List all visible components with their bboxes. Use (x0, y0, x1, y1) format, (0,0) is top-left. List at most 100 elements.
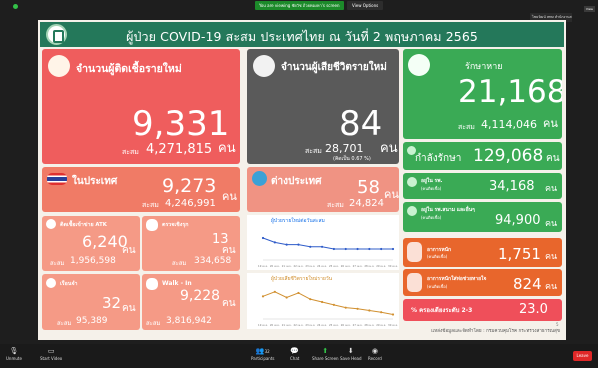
atk-value: 6,240 (82, 232, 128, 251)
chat-button[interactable]: 💬 Chat (290, 347, 299, 361)
new-cases-cum-label: สะสม (122, 148, 139, 156)
walkin-icon (146, 278, 158, 290)
chart-tick-label: 21 เม.ย. (282, 264, 292, 268)
ventilator-value: 824 (513, 275, 542, 293)
microphone-icon: 🎙 (9, 347, 19, 355)
thai-flag-icon (47, 173, 67, 185)
record-button[interactable]: ◉ Record (368, 347, 382, 361)
recovered-label: รักษาหาย (465, 62, 503, 72)
bed-occupancy-card: % ครองเตียงระดับ 2-3 23.0 (403, 299, 562, 321)
new-cases-chart-svg: 19 เม.ย. 20 เม.ย. 21 เม.ย. 22 เม.ย. 23 เม.ย.… (258, 236, 398, 268)
record-label: Record (368, 356, 382, 361)
leave-button[interactable]: Leave (573, 351, 592, 361)
hospital-label: อยู่ใน รพ. (421, 178, 443, 184)
walkin-cum-label: สะสม (146, 320, 161, 327)
chart-tick-label: 27 เม.ย. (353, 323, 363, 327)
recovered-unit: คน (543, 117, 558, 130)
abroad-value: 58 (357, 177, 380, 198)
prison-label: เรือนจำ (60, 281, 78, 287)
atk-card: ติดเชื้อเข้าข่าย ATK 6,240 คน สะสม 1,956… (42, 216, 140, 271)
ventilator-label: อาการหนักใส่ท่อช่วยหายใจ (427, 276, 487, 282)
chart-tick-label: 24 เม.ย. (317, 323, 327, 327)
slide-number: 5 (556, 322, 559, 327)
start-video-label: Start Video (40, 356, 63, 361)
atk-unit: คน (122, 245, 136, 256)
new-cases-card: จำนวนผู้ติดเชื้อรายใหม่ 9,331 คน สะสม 4,… (42, 49, 240, 164)
chart-point (261, 295, 265, 298)
chart-point (285, 296, 288, 299)
save-head-button[interactable]: ⬇ Save Head (340, 347, 362, 361)
chart-tick-label: 27 เม.ย. (353, 264, 363, 268)
participant-count: 32 (264, 349, 270, 354)
start-video-button[interactable]: ▭ Start Video (40, 347, 62, 361)
chart-point (309, 298, 312, 301)
chart-point (320, 300, 324, 304)
share-screen-label: Share Screen (312, 356, 339, 361)
severe-value: 1,751 (498, 245, 541, 263)
atk-icon (46, 219, 56, 229)
hospital-value: 34,168 (489, 179, 535, 194)
new-cases-cum-value: 4,271,815 (146, 142, 213, 157)
chart-point (380, 311, 383, 314)
save-head-label: Save Head (340, 356, 362, 361)
chart-point (368, 309, 371, 312)
severe-sub: (คนติดเชื้อ) (427, 254, 448, 259)
record-icon: ◉ (371, 347, 378, 355)
severe-card: อาการหนัก (คนติดเชื้อ) 1,751 คน (403, 238, 562, 267)
abroad-label: ต่างประเทศ (271, 176, 322, 187)
deaths-chart-svg: 19 เม.ย. 20 เม.ย. 21 เม.ย. 22 เม.ย. 23 เม.ย.… (258, 290, 398, 327)
walkin-label: Walk - In (162, 280, 192, 287)
domestic-unit: คน (222, 190, 237, 203)
view-options-button[interactable]: View Options (347, 1, 384, 10)
domestic-label: ในประเทศ (72, 176, 118, 187)
unmute-button[interactable]: 🎙 Unmute (6, 347, 22, 361)
hospital-sub: (คนติดเชื้อ) (421, 186, 442, 191)
chart-point (297, 291, 300, 295)
chart-tick-label: 26 เม.ย. (341, 323, 351, 327)
chat-label: Chat (290, 356, 300, 361)
walkin-unit: คน (222, 298, 236, 309)
domestic-cum-value: 4,246,991 (165, 198, 216, 209)
deaths-value: 84 (339, 104, 383, 144)
chart-point (356, 247, 359, 251)
chart-tick-label: 25 เม.ย. (329, 264, 339, 268)
new-cases-value: 9,331 (132, 104, 230, 144)
chart-tick-label: 22 เม.ย. (294, 264, 304, 268)
deaths-label: จำนวนผู้เสียชีวิตรายใหม่ (281, 62, 387, 73)
ventilator-icon (407, 273, 422, 292)
chart-tick-label: 23 เม.ย. (305, 323, 315, 327)
zoom-toolbar: 🎙 Unmute ▭ Start Video 👥32 Participants … (0, 344, 598, 368)
chart-point (320, 245, 324, 248)
field-hospital-label: อยู่ใน รพ.สนาม และอื่นๆ (421, 207, 475, 213)
chart-point (273, 290, 276, 293)
chart-point (368, 247, 371, 251)
participants-button[interactable]: 👥32 Participants (251, 347, 275, 361)
chart-point (380, 247, 383, 251)
chart-point (309, 245, 312, 248)
zoom-window: You are viewing ชัยวัช ถ้วยทองหา's scree… (0, 0, 598, 368)
domestic-card: ในประเทศ 9,273 คน สะสม 4,246,991 (42, 167, 240, 212)
field-hospital-sub: (คนติดเชื้อ) (421, 215, 442, 220)
field-hospital-unit: คน (545, 219, 558, 229)
walkin-cum-value: 3,816,942 (166, 316, 212, 326)
chart-tick-label: 28 เม.ย. (364, 323, 374, 327)
atk-label: ติดเชื้อเข้าข่าย ATK (60, 222, 107, 228)
treating-value: 129,068 (473, 146, 544, 166)
share-screen-button[interactable]: ⬆ Share Screen (312, 347, 339, 361)
prison-icon (46, 278, 56, 288)
deaths-rate: (คิดเป็น 0.67 %) (333, 156, 371, 162)
prison-cum-value: 95,389 (76, 316, 108, 326)
view-button[interactable]: View (583, 6, 595, 12)
recovered-card: รักษาหาย 21,168 สะสม 4,114,046 คน (403, 49, 562, 139)
severe-unit: คน (545, 252, 558, 262)
prison-value: 32 (102, 294, 122, 312)
bed-occupancy-value: 23.0 (519, 302, 548, 317)
chart-tick-label: 19 เม.ย. (258, 323, 268, 327)
domestic-cum-label: สะสม (142, 201, 159, 209)
deaths-card: จำนวนผู้เสียชีวิตรายใหม่ 84 คน สะสม 28,7… (247, 49, 399, 164)
participants-icon: 👥32 (255, 347, 270, 355)
atk-cum-value: 1,956,598 (70, 256, 116, 266)
bed-occupancy-label: % ครองเตียงระดับ 2-3 (411, 307, 473, 314)
ventilator-card: อาการหนักใส่ท่อช่วยหายใจ (คนติดเชื้อ) 82… (403, 269, 562, 296)
new-cases-chart: ผู้ป่วยรายใหม่ต่อวันสะสม 19 เม.ย. 20 เม.ย… (247, 215, 399, 270)
